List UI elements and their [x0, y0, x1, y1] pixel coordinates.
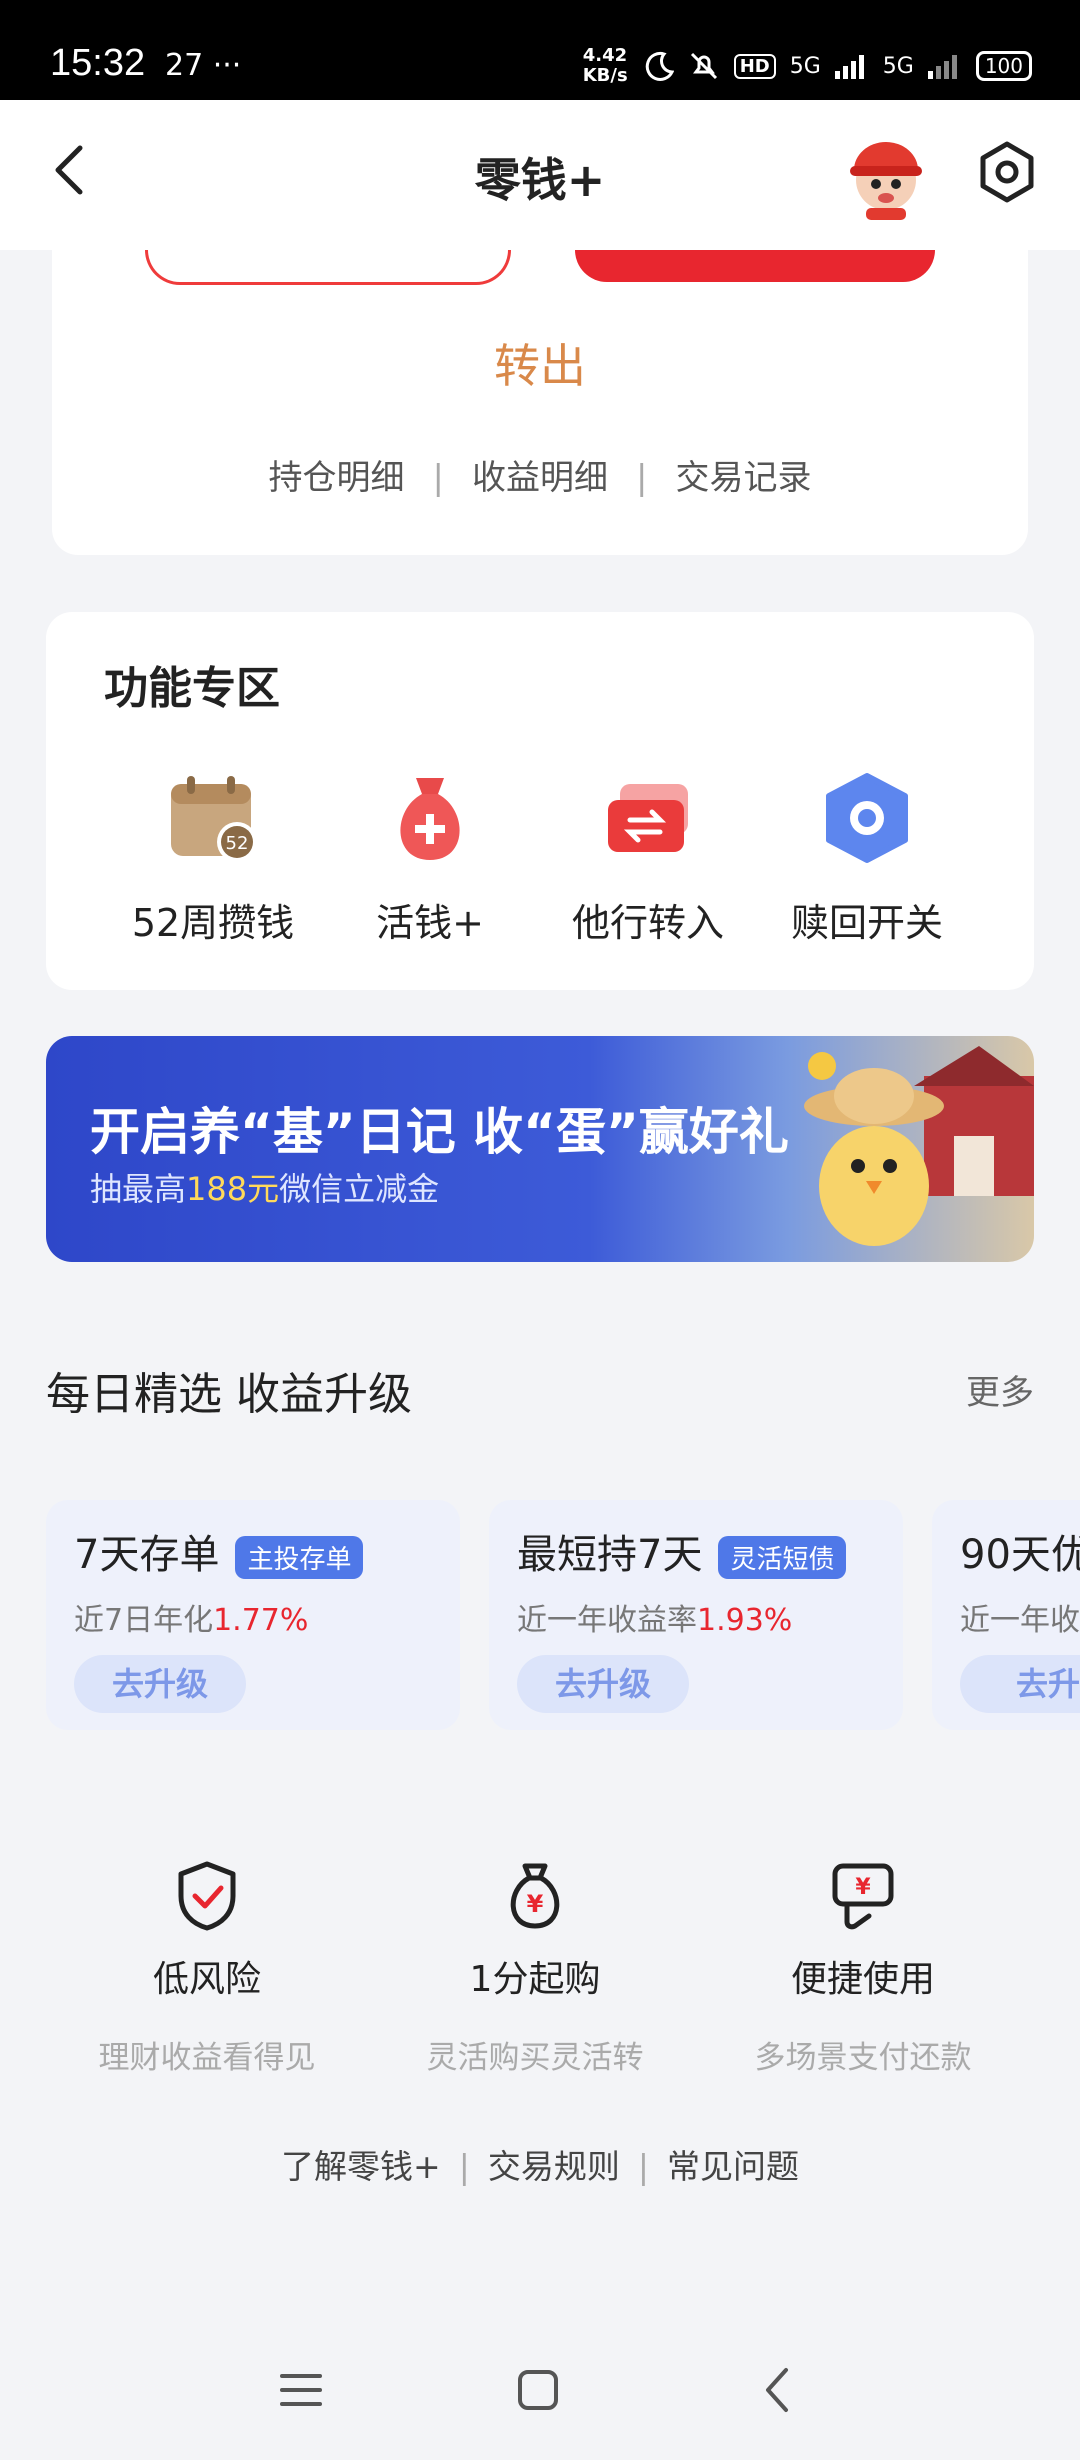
- feature-subtitle: 灵活购买灵活转: [426, 2040, 644, 2076]
- banner-sub-suffix: 微信立减金: [279, 1170, 440, 1208]
- rate-label: 近一年收: [960, 1603, 1080, 1638]
- daily-selection-title: 每日精选 收益升级: [46, 1369, 412, 1420]
- product-name: 7天存单 主投存单: [74, 1522, 364, 1580]
- calendar-badge: 52: [226, 833, 249, 854]
- feature-subtitle: 多场景支付还款: [754, 2040, 972, 2076]
- upgrade-button[interactable]: 去升级: [517, 1655, 689, 1713]
- net-speed: 4.42 KB/s: [583, 46, 628, 86]
- calendar-52-icon: 52: [171, 776, 257, 862]
- divider: |: [636, 458, 648, 498]
- more-link[interactable]: 更多: [966, 1365, 1034, 1414]
- feature-title: 1分起购: [469, 1959, 601, 2000]
- hand-card-icon: ¥: [832, 1863, 894, 1930]
- product-tag: 主投存单: [235, 1535, 364, 1579]
- divider: |: [432, 458, 444, 498]
- product-card[interactable]: 最短持7天 灵活短债 近一年收益率1.93% 去升级: [489, 1500, 903, 1730]
- divider: |: [458, 2147, 470, 2186]
- signal-5g-1: 5G: [789, 53, 821, 79]
- chick-mascot-illustration: [804, 1046, 1034, 1246]
- function-label: 52周攒钱: [131, 901, 295, 945]
- settings-icon[interactable]: [975, 140, 1039, 204]
- link-holdings-detail[interactable]: 持仓明细: [269, 458, 405, 498]
- function-active-money[interactable]: 活钱+: [325, 770, 535, 947]
- hd-icon: HD: [733, 53, 776, 79]
- banner-sub-prefix: 抽最高: [90, 1170, 187, 1208]
- banner-headline: 开启养“基”日记 收“蛋”赢好礼: [90, 1103, 789, 1161]
- notification-icons: 27 ···: [165, 48, 242, 83]
- link-transaction-records[interactable]: 交易记录: [675, 458, 811, 498]
- function-zone-title: 功能专区: [104, 663, 280, 714]
- holdings-card: [52, 250, 1028, 555]
- product-name: 90天优: [960, 1522, 1080, 1580]
- function-label: 赎回开关: [790, 901, 943, 945]
- status-right: 4.42 KB/s HD 5G 5G 100: [583, 46, 1032, 86]
- rate-label: 近7日年化: [74, 1603, 214, 1638]
- system-nav-bar: [0, 2340, 1080, 2460]
- rate-value: 1.77%: [213, 1603, 309, 1638]
- banner-subline: 抽最高188元微信立减金: [90, 1164, 439, 1210]
- product-tag: 灵活短债: [718, 1535, 847, 1579]
- footer-links: 了解零钱+ | 交易规则 | 常见问题: [0, 2140, 1080, 2188]
- product-name-text: 7天存单: [74, 1532, 220, 1578]
- svg-text:¥: ¥: [527, 1890, 544, 1918]
- link-about[interactable]: 了解零钱+: [281, 2147, 441, 2186]
- link-earnings-detail[interactable]: 收益明细: [472, 458, 608, 498]
- feature-convenient: ¥ 便捷使用 多场景支付还款: [698, 1860, 1028, 2077]
- feature-subtitle: 理财收益看得见: [98, 2040, 316, 2076]
- net-speed-unit: KB/s: [582, 65, 628, 86]
- divider: |: [637, 2147, 649, 2186]
- status-time: 15:32: [50, 42, 146, 84]
- feature-low-risk: 低风险 理财收益看得见: [42, 1860, 372, 2077]
- mascot-avatar-icon[interactable]: [840, 130, 932, 222]
- transfer-out-button[interactable]: 转出: [0, 330, 1080, 396]
- product-name-text: 90天优: [960, 1532, 1080, 1578]
- svg-text:¥: ¥: [855, 1875, 871, 1900]
- function-redeem-switch[interactable]: 赎回开关: [762, 770, 972, 947]
- buy-button-edge[interactable]: [575, 250, 935, 282]
- link-faq[interactable]: 常见问题: [667, 2147, 799, 2186]
- product-rate: 近一年收: [960, 1595, 1080, 1639]
- product-card[interactable]: 7天存单 主投存单 近7日年化1.77% 去升级: [46, 1500, 460, 1730]
- upgrade-button[interactable]: 去升: [960, 1655, 1080, 1713]
- rate-label: 近一年收益率: [517, 1603, 697, 1638]
- shield-check-icon: [178, 1861, 236, 1931]
- card-transfer-icon: [608, 784, 688, 852]
- moon-icon: [645, 51, 674, 81]
- feature-title: 低风险: [152, 1959, 261, 2000]
- yuan-bag-icon: ¥: [510, 1863, 560, 1929]
- function-label: 他行转入: [571, 901, 724, 945]
- product-name-text: 最短持7天: [517, 1532, 703, 1578]
- app-header: 零钱+: [0, 100, 1080, 250]
- status-bar: 15:32 27 ··· 4.42 KB/s HD 5G 5G 100: [0, 0, 1080, 100]
- product-card[interactable]: 90天优 近一年收 去升: [932, 1500, 1080, 1730]
- signal-bars-weak-icon: [927, 55, 957, 79]
- transfer-in-button-edge[interactable]: [145, 250, 511, 285]
- product-rate: 近7日年化1.77%: [74, 1595, 308, 1639]
- net-speed-value: 4.42: [582, 45, 628, 66]
- banner-sub-highlight: 188元: [186, 1170, 280, 1208]
- battery-icon: 100: [975, 51, 1032, 81]
- product-rate: 近一年收益率1.93%: [517, 1595, 792, 1639]
- function-label: 活钱+: [376, 901, 484, 945]
- function-52-week-saving[interactable]: 52 52周攒钱: [108, 770, 318, 947]
- nav-back-icon[interactable]: [760, 2366, 794, 2414]
- money-bag-plus-icon: [400, 778, 460, 860]
- feature-title: 便捷使用: [790, 1959, 935, 2000]
- bell-off-icon: [690, 52, 717, 80]
- menu-icon[interactable]: [278, 2370, 324, 2410]
- product-name: 最短持7天 灵活短债: [517, 1522, 847, 1580]
- rate-value: 1.93%: [697, 1603, 793, 1638]
- link-trading-rules[interactable]: 交易规则: [488, 2147, 620, 2186]
- home-icon[interactable]: [516, 2368, 560, 2412]
- function-other-bank-transfer[interactable]: 他行转入: [543, 770, 753, 947]
- holdings-links: 持仓明细 | 收益明细 | 交易记录: [0, 450, 1080, 499]
- hexagon-switch-icon: [826, 773, 908, 863]
- signal-bars-icon: [834, 55, 864, 79]
- promo-banner[interactable]: 开启养“基”日记 收“蛋”赢好礼 抽最高188元微信立减金: [46, 1036, 1034, 1262]
- feature-one-cent: ¥ 1分起购 灵活购买灵活转: [370, 1860, 700, 2077]
- upgrade-button[interactable]: 去升级: [74, 1655, 246, 1713]
- signal-5g-2: 5G: [882, 53, 914, 79]
